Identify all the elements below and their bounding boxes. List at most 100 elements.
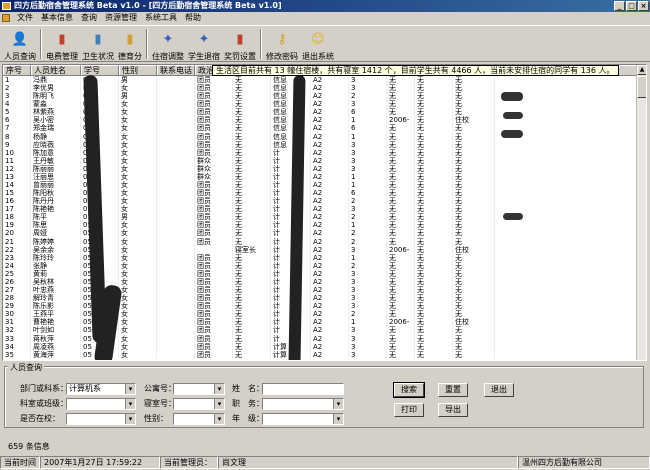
table-row[interactable]: 5林紫燕05女团员无信息A26无无无 [3, 108, 646, 117]
name-input[interactable] [262, 383, 344, 395]
table-cell [157, 164, 195, 173]
menu-help[interactable]: 帮助 [181, 12, 205, 24]
menu-resources[interactable]: 资源管理 [101, 12, 141, 24]
toolbar-button-3[interactable]: ▮ 德育分 [116, 26, 144, 62]
table-row[interactable]: 4蒙淼05女团员无信息A23无无无 [3, 100, 646, 109]
table-cell: 团员 [195, 269, 233, 278]
table-cell: 无 [233, 132, 271, 141]
minimize-button[interactable]: _ [614, 1, 625, 11]
table-row[interactable]: 2李优男05女团员无信息A23无无无 [3, 84, 646, 93]
table-cell: 无 [415, 148, 453, 157]
close-button[interactable]: × [638, 1, 649, 11]
table-row[interactable]: 3陈明飞05男团员无信息A22无无无 [3, 92, 646, 101]
col-index[interactable]: 序号 [3, 65, 31, 75]
toolbar-button-0[interactable]: 👤 人员查询 [2, 26, 38, 62]
table-cell: 5 [3, 108, 31, 117]
scroll-thumb[interactable] [637, 76, 646, 98]
table-cell: 无 [415, 76, 453, 85]
toolbar-button-6[interactable]: ▮ 奖罚设置 [222, 26, 258, 62]
table-cell: 2006- [387, 116, 415, 125]
table-cell: 蒋秋萍 [31, 334, 81, 343]
export-button[interactable]: 导出 [438, 403, 468, 417]
table-cell: 无 [453, 205, 495, 214]
col-name[interactable]: 人员姓名 [31, 65, 81, 75]
table-row[interactable]: 6吴小密05女团员无信息A212006-无住校 [3, 116, 646, 125]
table-cell: 无 [415, 294, 453, 303]
back-button[interactable]: 退出 [484, 383, 514, 397]
apartment-select[interactable] [173, 383, 225, 395]
table-cell: 无 [233, 350, 271, 359]
table-cell: 10 [3, 148, 31, 157]
toolbar-label: 退出系统 [302, 52, 334, 61]
table-cell: 团员 [195, 318, 233, 327]
toolbar-button-4[interactable]: ✦ 住宿调整 [150, 26, 186, 62]
table-cell: 女 [119, 286, 157, 295]
table-cell: A2 [311, 318, 349, 327]
table-cell: A2 [311, 294, 349, 303]
table-cell: 无 [453, 253, 495, 262]
table-cell: 无 [453, 148, 495, 157]
table-cell: 团员 [195, 229, 233, 238]
col-gender[interactable]: 性别 [119, 65, 157, 75]
room-label: 寝室号： [144, 399, 176, 408]
table-cell: A2 [311, 172, 349, 182]
table-cell: 无 [415, 164, 453, 173]
table-cell: 31 [3, 318, 31, 327]
class-select[interactable] [66, 398, 136, 410]
table-cell: 团员 [195, 181, 233, 190]
table-cell: 信息 [271, 108, 311, 117]
vertical-scrollbar[interactable]: ▲ [636, 65, 646, 360]
gender-select[interactable] [173, 413, 225, 425]
menu-tools[interactable]: 系统工具 [141, 12, 181, 24]
table-cell: 无 [415, 326, 453, 335]
table-cell: 无 [387, 197, 415, 206]
table-row[interactable]: 7郑金瑞05女团员无信息A26无无无 [3, 124, 646, 133]
table-cell: 3 [349, 164, 387, 173]
table-cell: 28 [3, 294, 31, 303]
toolbar-button-2[interactable]: ▮ 卫生状况 [80, 26, 116, 62]
table-cell: 团员 [195, 140, 233, 149]
table-cell: 无 [453, 84, 495, 93]
table-cell [157, 334, 195, 343]
col-phone[interactable]: 联系电话 [157, 65, 195, 75]
print-button[interactable]: 打印 [394, 403, 424, 417]
table-cell: 2 [349, 213, 387, 222]
table-cell: 无 [415, 350, 453, 359]
room-select[interactable] [173, 398, 225, 410]
table-cell: 无 [415, 172, 453, 182]
table-cell [157, 197, 195, 206]
table-cell: 8 [3, 132, 31, 141]
grade-select[interactable] [262, 413, 344, 425]
menu-basic-info[interactable]: 基本信息 [37, 12, 77, 24]
menu-file[interactable]: 文件 [13, 12, 37, 24]
live-select[interactable] [66, 413, 136, 425]
toolbar-button-5[interactable]: ✦ 学生退宿 [186, 26, 222, 62]
name-label: 姓 名： [232, 384, 264, 393]
table-row[interactable]: 1冯鼎05男团员无信息A23无无无 [3, 76, 646, 85]
student-grid[interactable]: 序号 人员姓名 学号 性别 联系电话 政治 1冯鼎05男团员无信息A23无无无2… [2, 64, 647, 361]
table-cell: 团员 [195, 197, 233, 206]
table-cell: 团员 [195, 277, 233, 287]
reward-punish-icon: ▮ [236, 31, 244, 47]
position-select[interactable] [262, 398, 344, 410]
table-cell [157, 229, 195, 238]
reset-button[interactable]: 重置 [438, 383, 468, 397]
table-cell: 女 [119, 116, 157, 125]
table-cell [157, 140, 195, 149]
toolbar-button-8[interactable]: ☺ 退出系统 [300, 26, 336, 62]
col-student-id[interactable]: 学号 [81, 65, 119, 75]
table-cell: 无 [453, 269, 495, 278]
table-cell: 无 [387, 229, 415, 238]
menu-app-icon[interactable] [2, 14, 10, 22]
menu-query[interactable]: 查询 [77, 12, 101, 24]
maximize-button[interactable]: □ [626, 1, 637, 11]
table-cell: 无 [453, 172, 495, 182]
dept-select[interactable]: 计算机系 [66, 383, 136, 395]
search-button[interactable]: 搜索 [393, 382, 425, 398]
table-cell: 无 [453, 294, 495, 303]
toolbar-button-7[interactable]: ⚷ 修改密码 [264, 26, 300, 62]
table-cell: 寝室长 [233, 245, 271, 254]
scroll-up-icon[interactable]: ▲ [637, 65, 646, 75]
toolbar-button-1[interactable]: ▮ 电费管理 [44, 26, 80, 62]
table-cell: 王燕平 [31, 310, 81, 319]
